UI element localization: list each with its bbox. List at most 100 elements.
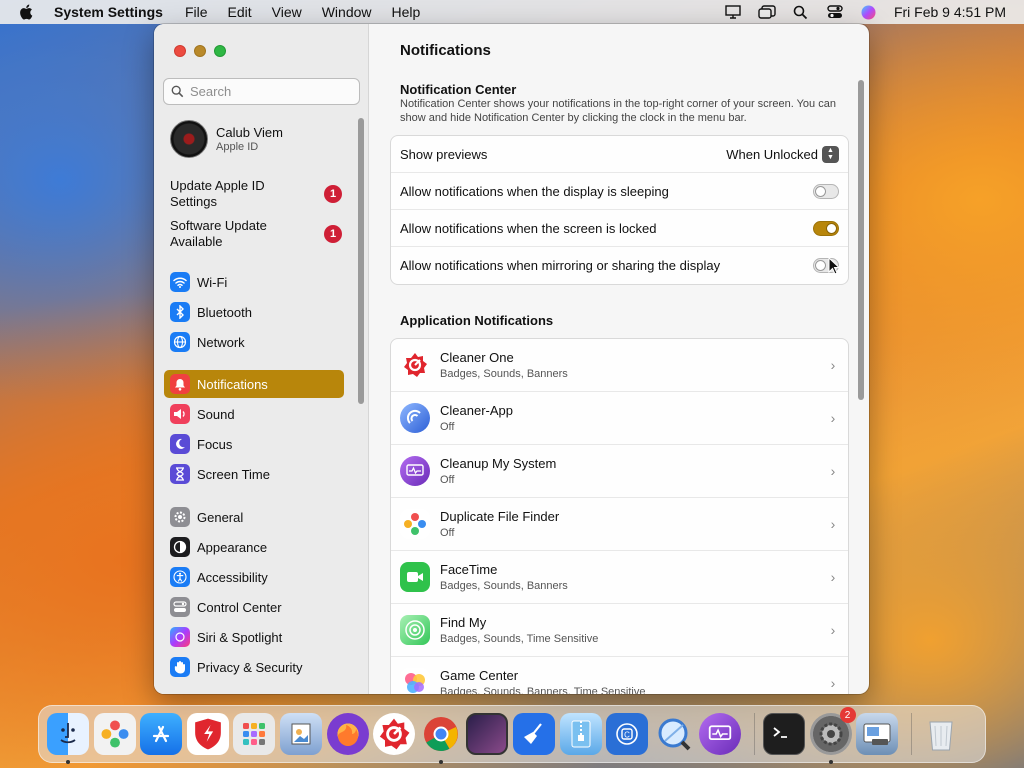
sidebar-item-notifications[interactable]: Notifications <box>164 370 344 398</box>
zoom-window-button[interactable] <box>214 45 226 57</box>
sidebar-item-bluetooth[interactable]: Bluetooth <box>164 298 344 326</box>
search-field[interactable] <box>163 78 360 105</box>
sidebar-item-general[interactable]: General <box>164 503 344 531</box>
menu-edit[interactable]: Edit <box>228 4 252 20</box>
sidebar-item-control-center[interactable]: Control Center <box>164 593 344 621</box>
bell-icon <box>170 374 190 394</box>
sidebar-item-network[interactable]: Network <box>164 328 344 356</box>
sidebar-item-label: Focus <box>197 436 233 452</box>
app-row-find-my[interactable]: Find My Badges, Sounds, Time Sensitive › <box>391 604 848 657</box>
dock: C 2 <box>38 705 986 764</box>
preview-icon[interactable] <box>279 713 322 755</box>
menu-clock[interactable]: Fri Feb 9 4:51 PM <box>894 4 1006 20</box>
cleaner-app-icon <box>400 403 430 433</box>
app-row-cleaner-one[interactable]: Cleaner One Badges, Sounds, Banners › <box>391 339 848 392</box>
dock-separator <box>753 713 755 755</box>
app-name: Find My <box>440 615 487 630</box>
show-previews-row: Show previews When Unlocked ▲ ▼ <box>391 136 848 173</box>
up-down-chevron-icon: ▲ ▼ <box>822 145 839 163</box>
app-row-cleanup-my-system[interactable]: Cleanup My System Off › <box>391 445 848 498</box>
alert-software-update[interactable]: Software Update Available 1 <box>170 218 342 250</box>
terminal-icon[interactable] <box>762 713 805 755</box>
sidebar-item-appearance[interactable]: Appearance <box>164 533 344 561</box>
alert-label: Update Apple ID Settings <box>170 178 265 209</box>
sidebar-item-privacy-security[interactable]: Privacy & Security <box>164 653 344 681</box>
sidebar-item-label: Wi-Fi <box>197 274 228 290</box>
app-row-duplicate-file-finder[interactable]: Duplicate File Finder Off › <box>391 498 848 551</box>
application-notifications-list: Cleaner One Badges, Sounds, Banners › Cl… <box>390 338 849 694</box>
bluetooth-icon <box>170 302 190 322</box>
sidebar-item-label: Appearance <box>197 539 268 555</box>
alert-badge: 1 <box>324 185 342 203</box>
search-input[interactable] <box>190 84 350 99</box>
game-center-icon <box>400 668 430 694</box>
app-store-icon[interactable] <box>140 713 183 755</box>
sidebar-item-siri-spotlight[interactable]: Siri & Spotlight <box>164 623 344 651</box>
magnifier-icon[interactable] <box>653 713 695 755</box>
show-previews-select[interactable]: When Unlocked ▲ ▼ <box>726 145 839 163</box>
cleaner-one-icon[interactable] <box>186 713 229 755</box>
toggle-row-screen-locked: Allow notifications when the screen is l… <box>391 210 848 247</box>
window-controls <box>174 45 226 57</box>
chevron-right-icon: › <box>830 569 836 585</box>
apple-menu-icon[interactable] <box>18 3 36 21</box>
avatar <box>170 120 208 158</box>
photo-booth-icon[interactable] <box>466 713 509 755</box>
sidebar-item-screen-time[interactable]: Screen Time <box>164 460 344 488</box>
sidebar-scrollbar[interactable] <box>358 118 364 404</box>
notification-center-title: Notification Center <box>400 82 517 97</box>
duplicate-file-finder-icon[interactable] <box>93 713 136 755</box>
app-detail: Off <box>440 421 455 433</box>
account-subtitle: Apple ID <box>216 141 259 153</box>
display-sleeping-toggle[interactable] <box>813 183 839 199</box>
speaker-icon <box>170 404 190 424</box>
app-detail: Badges, Sounds, Time Sensitive <box>440 633 599 645</box>
trash-icon[interactable] <box>920 713 962 755</box>
minimize-window-button[interactable] <box>194 45 206 57</box>
menu-view[interactable]: View <box>272 4 302 20</box>
disk-utility-icon[interactable]: C <box>606 713 649 755</box>
main-scrollbar[interactable] <box>858 80 864 400</box>
app-detail: Badges, Sounds, Banners <box>440 580 568 592</box>
search-icon <box>171 85 184 98</box>
chrome-icon[interactable] <box>420 713 462 764</box>
firefox-icon[interactable] <box>326 713 369 755</box>
display-mirroring-icon[interactable] <box>724 4 742 20</box>
sidebar-item-label: Accessibility <box>197 569 268 585</box>
sidebar-item-label: Network <box>197 334 245 350</box>
stage-manager-icon[interactable] <box>758 4 776 20</box>
app-detail: Badges, Sounds, Banners, Time Sensitive <box>440 686 646 694</box>
alert-update-apple-id[interactable]: Update Apple ID Settings 1 <box>170 178 342 210</box>
app-row-game-center[interactable]: Game Center Badges, Sounds, Banners, Tim… <box>391 657 848 694</box>
sidebar-item-sound[interactable]: Sound <box>164 400 344 428</box>
app-row-cleaner-app[interactable]: Cleaner-App Off › <box>391 392 848 445</box>
menu-help[interactable]: Help <box>392 4 421 20</box>
finder-icon[interactable] <box>47 713 89 764</box>
app-name: Game Center <box>440 668 519 683</box>
sidebar-item-wifi[interactable]: Wi-Fi <box>164 268 344 296</box>
app-row-facetime[interactable]: FaceTime Badges, Sounds, Banners › <box>391 551 848 604</box>
menu-file[interactable]: File <box>185 4 208 20</box>
sidebar-item-accessibility[interactable]: Accessibility <box>164 563 344 591</box>
siri-icon[interactable] <box>860 4 878 20</box>
system-settings-icon[interactable]: 2 <box>809 707 856 764</box>
apple-id-account[interactable]: Calub Viem Apple ID <box>170 120 283 158</box>
menu-app-name[interactable]: System Settings <box>54 4 163 20</box>
toggle-label: Allow notifications when mirroring or sh… <box>400 258 721 273</box>
cleaner-one-pro-icon[interactable] <box>373 713 416 755</box>
broom-icon[interactable] <box>512 713 555 755</box>
menu-window[interactable]: Window <box>322 4 372 20</box>
sidebar-item-label: Notifications <box>197 376 268 392</box>
screenshot-icon[interactable] <box>856 713 899 755</box>
archive-utility-icon[interactable] <box>559 713 602 755</box>
sidebar-item-focus[interactable]: Focus <box>164 430 344 458</box>
chevron-right-icon: › <box>830 410 836 426</box>
spotlight-search-icon[interactable] <box>792 4 810 20</box>
control-center-icon[interactable] <box>826 4 844 20</box>
screen-locked-toggle[interactable] <box>813 220 839 236</box>
cleanup-my-system-icon[interactable] <box>699 713 742 755</box>
sidebar-item-label: Screen Time <box>197 466 270 482</box>
close-window-button[interactable] <box>174 45 186 57</box>
siri-icon <box>170 627 190 647</box>
launchpad-icon[interactable] <box>233 713 276 755</box>
